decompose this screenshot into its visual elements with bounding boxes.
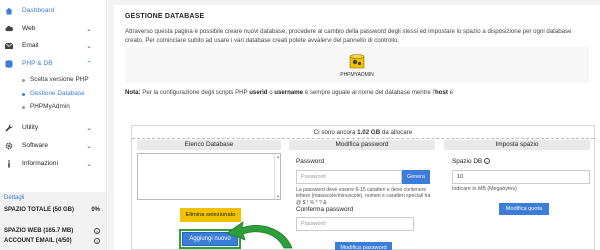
sidebar-subitem-label: PHPMyAdmin (30, 103, 70, 110)
note-text: Per la configurazione degli scripts PHP (140, 89, 250, 96)
password-label: Password (296, 158, 325, 165)
database-panel: Ci sono ancora 1.02 GB da allocare Elenc… (131, 125, 595, 250)
sidebar-subitem-php-version[interactable]: Scelta versione PHP (0, 75, 106, 86)
sidebar-item-label: Email (22, 42, 39, 49)
note-prefix: Nota: (125, 89, 141, 96)
sidebar-item-label: Web (22, 25, 36, 32)
stats-heading: Dettagli (4, 195, 25, 201)
chevron-down-icon: ⌄ (86, 142, 92, 150)
sidebar-item-web[interactable]: Web ⌄ (0, 21, 106, 36)
allocation-value: 1.02 GB (357, 129, 381, 136)
space-hint: Indicare in MB (Megabytes) (452, 186, 517, 192)
page-title: GESTIONE DATABASE (125, 13, 205, 20)
phpmyadmin-box[interactable]: PHPMYADMIN (125, 47, 589, 83)
stat-total-space: SPAZIO TOTALE (50 GB) 0% (4, 207, 102, 213)
bullet-icon (22, 79, 25, 82)
change-quota-button[interactable]: Modifica quota (499, 203, 549, 215)
sidebar-item-utility[interactable]: Utility ⌄ (0, 120, 106, 135)
allocation-text: da allocare (380, 129, 413, 136)
page-description: Attraverso questa pagina è possibile cre… (125, 28, 572, 44)
column-header-database-list: Elenco Database (137, 140, 281, 150)
confirm-password-input[interactable] (296, 217, 414, 231)
phpmyadmin-label[interactable]: PHPMYADMIN (125, 72, 589, 78)
info-circle-icon[interactable]: i (94, 228, 100, 234)
stat-label: SPAZIO WEB (165.7 MB) (4, 228, 74, 234)
wrench-icon (5, 123, 13, 132)
allocation-header: Ci sono ancora 1.02 GB da allocare (132, 126, 594, 139)
sidebar-item-label: Software (22, 142, 49, 149)
db-space-label: Spazio DB (452, 158, 483, 165)
password-hint: La password deve essere 6-15 caratteri e… (296, 187, 431, 206)
sidebar-item-software[interactable]: Software ⌄ (0, 138, 106, 153)
sidebar-item-label: Dashboard (22, 7, 55, 14)
info-icon (5, 159, 13, 168)
confirm-password-label: Conferma password (296, 206, 354, 213)
chevron-down-icon: ⌄ (86, 124, 92, 132)
stat-value: 0% (91, 207, 100, 213)
sidebar-item-dashboard[interactable]: Dashboard (0, 3, 106, 18)
sidebar-item-label: Informazioni (22, 160, 58, 167)
highlight-arrow-icon (226, 221, 293, 249)
note-text: è sempre uguale al nome del database men… (303, 89, 435, 96)
stat-label: SPAZIO TOTALE (50 GB) (4, 207, 75, 213)
bullet-icon (22, 106, 25, 109)
column-header-set-space: Imposta spazio (444, 140, 590, 150)
main-content: GESTIONE DATABASE Attraverso questa pagi… (108, 0, 600, 250)
chevron-up-icon: ⌃ (86, 60, 92, 68)
password-input[interactable] (296, 170, 402, 184)
column-header-change-password: Modifica password (289, 140, 435, 150)
gear-icon (5, 142, 13, 150)
db-space-input[interactable] (452, 170, 590, 184)
sidebar-item-php-db[interactable]: PHP & DB ⌃ (0, 56, 106, 71)
info-circle-icon[interactable]: i (484, 158, 490, 164)
stat-label: ACCOUNT EMAIL (4/50) (4, 238, 72, 244)
phpmyadmin-icon[interactable] (348, 53, 366, 69)
note-emphasis: username (274, 89, 304, 96)
envelope-icon (5, 42, 13, 50)
usage-stats: Dettagli SPAZIO TOTALE (50 GB) 0% SPAZIO… (0, 192, 106, 250)
stat-email-accounts: ACCOUNT EMAIL (4/50) i (4, 238, 102, 244)
sidebar: Dashboard Web ⌄ Email ⌄ PHP & DB ⌃ Scelt… (0, 0, 107, 250)
stat-web-space: SPAZIO WEB (165.7 MB) i (4, 228, 102, 234)
home-icon (5, 7, 13, 15)
sidebar-item-email[interactable]: Email ⌄ (0, 38, 106, 53)
change-password-button[interactable]: Modifica password (335, 242, 392, 250)
note-emphasis: userid (249, 89, 268, 96)
config-note: Nota: Per la configurazione degli script… (125, 89, 453, 96)
note-text: è (447, 89, 453, 96)
chevron-down-icon: ⌄ (86, 42, 92, 50)
generate-password-button[interactable]: Genera (402, 170, 430, 184)
chevron-down-icon: ⌄ (86, 160, 92, 168)
sidebar-item-label: PHP & DB (22, 60, 53, 67)
database-list[interactable] (137, 153, 281, 200)
sidebar-item-label: Utility (22, 124, 39, 131)
sidebar-subitem-label: Scelta versione PHP (30, 76, 89, 83)
note-emphasis: host (435, 89, 448, 96)
scrollbar[interactable] (274, 154, 280, 199)
sidebar-subitem-database[interactable]: Gestione Database (0, 89, 106, 100)
sidebar-subitem-label: Gestione Database (30, 90, 85, 97)
cloud-icon (5, 25, 13, 33)
content-card: GESTIONE DATABASE Attraverso questa pagi… (114, 5, 600, 250)
bullet-icon (22, 93, 25, 96)
allocation-text: Ci sono ancora (313, 129, 358, 136)
sidebar-subitem-phpmyadmin[interactable]: PHPMyAdmin (0, 102, 106, 113)
chevron-down-icon: ⌄ (86, 25, 92, 33)
sidebar-item-informazioni[interactable]: Informazioni ⌄ (0, 156, 106, 171)
info-circle-icon[interactable]: i (94, 238, 100, 244)
database-icon (5, 59, 13, 68)
